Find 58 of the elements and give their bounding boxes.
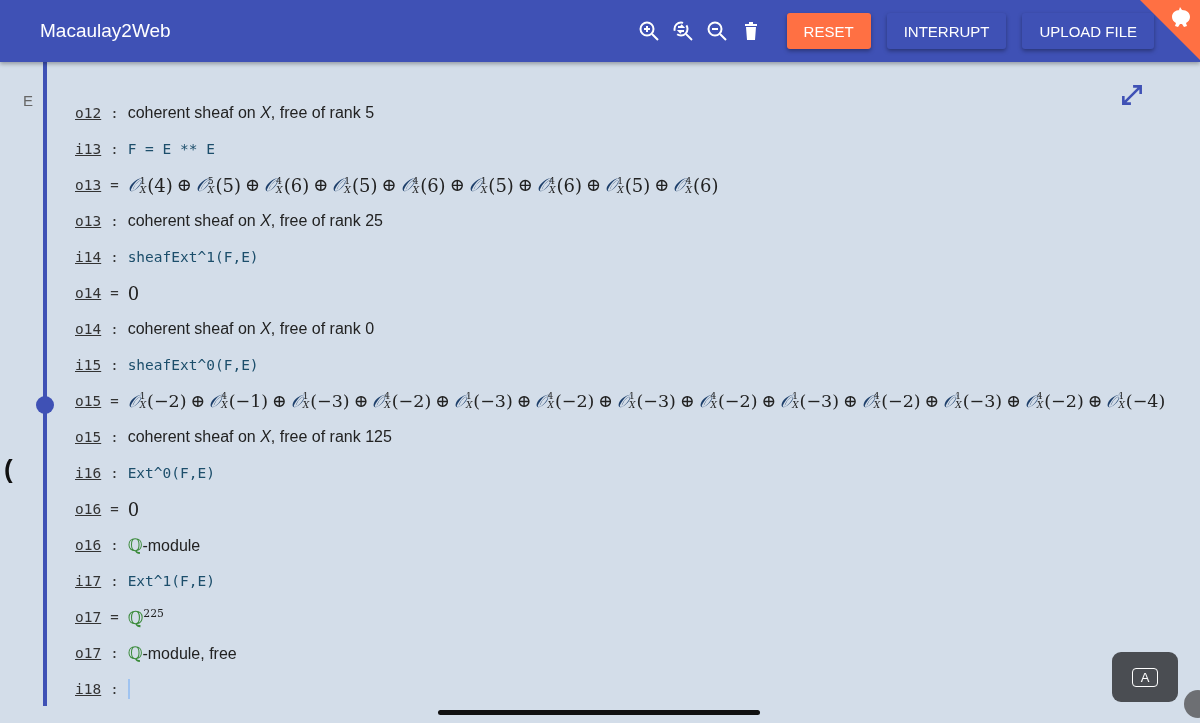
toolbar-button[interactable]: INTERRUPT — [886, 13, 1007, 49]
gutter-mark: ( — [4, 454, 13, 485]
line-label[interactable]: i14 — [75, 249, 102, 265]
input-code: Ext^1(F,E) — [127, 573, 215, 589]
output-value: ℚ$^{225}$ — [127, 606, 164, 628]
output-value: 0 — [127, 498, 140, 520]
line-separator: : — [110, 645, 119, 661]
expand-icon[interactable] — [1119, 82, 1145, 108]
input-code: sheafExt^1(F,E) — [127, 249, 259, 265]
line-separator: = — [110, 501, 119, 517]
line-label[interactable]: o13 — [75, 177, 102, 193]
app-title: Macaulay2Web — [40, 20, 172, 42]
line-separator: : — [110, 681, 119, 697]
line-label[interactable]: o16 — [75, 501, 102, 517]
type-description: ℚ-module, free — [127, 643, 237, 663]
scroll-knob[interactable] — [36, 396, 54, 414]
line-label[interactable]: i15 — [75, 357, 102, 373]
sheaf-sum: 𝒪$^{1}$ $_{X}$(4) ⊕ 𝒪$^{5}$ $_{X}$(5) ⊕ 𝒪$^{4}$ $_{X}$(6) ⊕ 𝒪$^{1}$ $_{X}$(5) ⊕ 𝒪$^{4}$ $_{X}$(6) ⊕ 𝒪$^{1}$ $_{X}$(5) ⊕ 𝒪$^{4}$ $_{X}$(6) ⊕ 𝒪$^{1}$ $_{X}$(5) ⊕ 𝒪$^{4}$ $_{X}$(6) — [127, 174, 719, 196]
type-description: coherent sheaf on X, free of rank 25 — [127, 212, 383, 230]
line-separator: : — [110, 321, 119, 337]
line-label[interactable]: i18 — [75, 681, 102, 697]
output-value: 0 — [127, 282, 140, 304]
line-label[interactable]: i17 — [75, 573, 102, 589]
line-separator: = — [110, 393, 119, 409]
line-separator: : — [110, 105, 119, 121]
line-label[interactable]: o14 — [75, 285, 102, 301]
input-code: sheafExt^0(F,E) — [127, 357, 259, 373]
line-separator: = — [110, 177, 119, 193]
line-label[interactable]: i16 — [75, 465, 102, 481]
line-label[interactable]: o17 — [75, 645, 102, 661]
line-separator: : — [110, 429, 119, 445]
line-separator: : — [110, 141, 119, 157]
input-code: F = E ** E — [127, 141, 215, 157]
type-description: coherent sheaf on X, free of rank 0 — [127, 320, 375, 338]
type-description: coherent sheaf on X, free of rank 125 — [127, 428, 392, 446]
type-description: coherent sheaf on X, free of rank 5 — [127, 104, 375, 122]
line-label[interactable]: o12 — [75, 105, 102, 121]
type-description: ℚ-module — [127, 535, 201, 555]
line-separator: : — [110, 213, 119, 229]
line-label[interactable]: o16 — [75, 537, 102, 553]
line-label[interactable]: o15 — [75, 393, 102, 409]
line-separator: : — [110, 537, 119, 553]
gutter-mark: E — [23, 92, 33, 109]
keyboard-button[interactable]: A — [1112, 652, 1178, 702]
line-separator: = — [110, 609, 119, 625]
toolbar-button[interactable]: UPLOAD FILE — [1022, 13, 1154, 49]
input-code: Ext^0(F,E) — [127, 465, 215, 481]
line-separator: = — [110, 285, 119, 301]
line-label[interactable]: o14 — [75, 321, 102, 337]
github-corner-icon[interactable] — [1140, 0, 1200, 60]
line-label[interactable]: o15 — [75, 429, 102, 445]
line-separator: : — [110, 573, 119, 589]
line-label[interactable]: i13 — [75, 141, 102, 157]
line-separator: : — [110, 465, 119, 481]
line-label[interactable]: o13 — [75, 213, 102, 229]
line-separator: : — [110, 357, 119, 373]
line-separator: : — [110, 249, 119, 265]
line-label[interactable]: o17 — [75, 609, 102, 625]
